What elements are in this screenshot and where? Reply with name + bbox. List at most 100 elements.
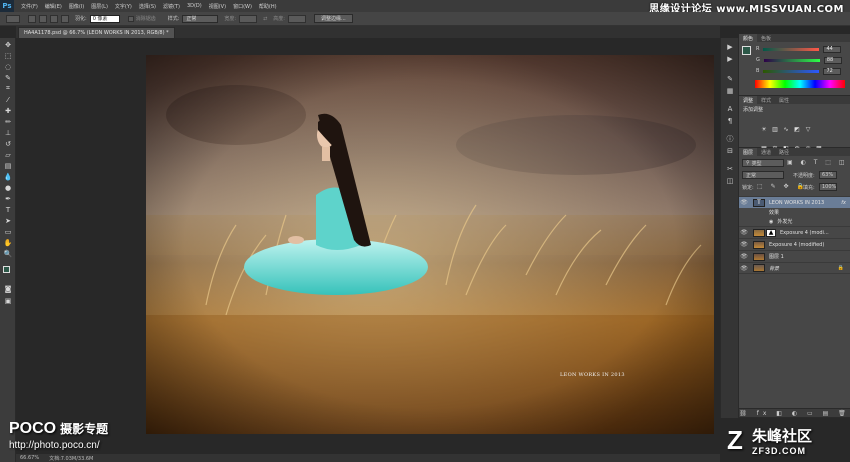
hand-tool-icon[interactable]: ✋ [3, 238, 13, 247]
move-tool-icon[interactable]: ✥ [3, 40, 13, 49]
layers-footer-icons[interactable]: ⛓ fx ◧ ◐ ▭ ▤ 🗑 [739, 408, 850, 417]
feather-input[interactable]: 0 像素 [89, 14, 120, 23]
tab-styles[interactable]: 样式 [757, 97, 775, 104]
swap-icon[interactable]: ⇄ [263, 16, 267, 22]
pen-tool-icon[interactable]: ✒ [3, 194, 13, 203]
foreground-color-swatch[interactable] [3, 266, 10, 273]
blur-tool-icon[interactable]: 💧 [3, 172, 13, 181]
marquee-preset-icon[interactable] [6, 14, 20, 23]
antialias-checkbox[interactable] [127, 15, 134, 22]
refine-edge-button[interactable]: 调整边缘... [313, 14, 353, 23]
levels-icon[interactable]: ▥ [770, 126, 780, 134]
eye-icon[interactable]: 👁 [739, 229, 749, 236]
menu-edit[interactable]: 编辑(E) [45, 3, 62, 10]
navigator-panel-icon[interactable]: ⊟ [725, 146, 735, 155]
tab-layers[interactable]: 图层 [739, 148, 758, 156]
gradient-tool-icon[interactable]: ▤ [3, 161, 13, 170]
healing-brush-tool-icon[interactable]: ✚ [3, 106, 13, 115]
menu-image[interactable]: 图像(I) [69, 3, 84, 10]
layer-row-exposure-adjust[interactable]: 👁 ▲ Exposure 4 (modi... [739, 226, 850, 238]
eye-icon[interactable]: 👁 [739, 199, 749, 206]
menu-file[interactable]: 文件(F) [21, 3, 38, 10]
tab-channels[interactable]: 通道 [757, 149, 775, 156]
tab-paths[interactable]: 路径 [775, 149, 793, 156]
layer-filter-select[interactable]: ⚲ 类型 [742, 159, 784, 167]
eraser-tool-icon[interactable]: ▱ [3, 150, 13, 159]
stamp-tool-icon[interactable]: ⊥ [3, 128, 13, 137]
screen-mode-icon[interactable]: ▣ [3, 296, 13, 305]
menu-view[interactable]: 视图(V) [209, 3, 226, 10]
marquee-tool-icon[interactable]: ⬚ [3, 51, 13, 60]
shape-tool-icon[interactable]: ▭ [3, 227, 13, 236]
channel-b-value[interactable]: 72 [823, 67, 842, 75]
tab-color[interactable]: 颜色 [739, 34, 758, 42]
layer-effects-row[interactable]: 效果 [739, 208, 850, 217]
channel-b-slider[interactable] [763, 69, 820, 73]
zoom-level[interactable]: 66.67% [20, 455, 39, 461]
actions-panel-icon[interactable]: ▶ [725, 54, 735, 63]
intersect-selection-icon[interactable] [61, 14, 69, 23]
menu-filter[interactable]: 滤镜(T) [163, 3, 180, 10]
channel-g-value[interactable]: 88 [823, 56, 842, 64]
tab-properties[interactable]: 属性 [775, 97, 793, 104]
menu-layer[interactable]: 图层(L) [91, 3, 108, 10]
layer-outer-glow-row[interactable]: ◉ 外发光 [739, 217, 850, 226]
menu-help[interactable]: 帮助(H) [259, 3, 277, 10]
layer-filter-icons[interactable]: ▣ ◐ T ⬚ ◫ [787, 159, 848, 166]
channel-r-value[interactable]: 44 [823, 45, 842, 53]
crop-tool-icon[interactable]: ⌗ [3, 84, 13, 93]
eye-icon[interactable]: 👁 [739, 265, 749, 272]
layer-row-exposure[interactable]: 👁 Exposure 4 (modified) [739, 238, 850, 250]
quick-select-tool-icon[interactable]: ✎ [3, 73, 13, 82]
character-panel-icon[interactable]: A [725, 104, 735, 113]
curves-icon[interactable]: ∿ [781, 126, 791, 134]
layer-row-text[interactable]: 👁 T LEON WORKS IN 2013 fx [739, 196, 850, 208]
width-input[interactable] [239, 14, 258, 23]
history-brush-tool-icon[interactable]: ↺ [3, 139, 13, 148]
height-input[interactable] [287, 14, 306, 23]
path-select-tool-icon[interactable]: ➤ [3, 216, 13, 225]
vibrance-icon[interactable]: ▽ [803, 126, 813, 134]
opacity-input[interactable]: 63% [819, 171, 837, 179]
info-panel-icon[interactable]: ⓘ [725, 134, 735, 143]
fill-input[interactable]: 100% [819, 183, 837, 191]
add-selection-icon[interactable] [39, 14, 47, 23]
eye-icon[interactable]: 👁 [739, 241, 749, 248]
blend-mode-select[interactable]: 正常 [742, 171, 784, 179]
brush-presets-icon[interactable]: ▦ [725, 86, 735, 95]
layer-row-background[interactable]: 👁 背景 🔒 [739, 262, 850, 274]
dodge-tool-icon[interactable]: ● [3, 183, 13, 192]
eye-icon[interactable]: 👁 [739, 253, 749, 260]
lock-icons[interactable]: ⬚ ✎ ✥ 🔒 [757, 183, 807, 190]
layer-row-layer1[interactable]: 👁 图层 1 [739, 250, 850, 262]
channel-g-slider[interactable] [763, 58, 820, 62]
color-spectrum-bar[interactable] [755, 80, 845, 88]
history-panel-icon[interactable]: ▶ [725, 42, 735, 51]
zoom-tool-icon[interactable]: 🔍 [3, 249, 13, 258]
exposure-icon[interactable]: ◩ [792, 126, 802, 134]
menu-type[interactable]: 文字(Y) [115, 3, 132, 10]
layer-comps-icon[interactable]: ◫ [725, 176, 735, 185]
document-tab[interactable]: HA4A1178.psd @ 66.7% (LEON WORKS IN 2013… [18, 27, 175, 38]
tool-presets-icon[interactable]: ✂ [725, 164, 735, 173]
brightness-icon[interactable]: ☀ [759, 126, 769, 134]
menu-window[interactable]: 窗口(W) [233, 3, 252, 10]
fx-badge[interactable]: fx [841, 200, 846, 206]
brush-tool-icon[interactable]: ✏ [3, 117, 13, 126]
type-tool-icon[interactable]: T [3, 205, 13, 214]
menu-3d[interactable]: 3D(D) [187, 3, 202, 9]
eyedropper-tool-icon[interactable]: ⁄ [3, 95, 13, 104]
quick-mask-icon[interactable]: ◙ [3, 284, 13, 293]
paragraph-panel-icon[interactable]: ¶ [725, 116, 735, 125]
brush-panel-icon[interactable]: ✎ [725, 74, 735, 83]
new-selection-icon[interactable] [28, 14, 36, 23]
tab-swatches[interactable]: 色板 [757, 35, 775, 42]
menu-select[interactable]: 选择(S) [139, 3, 156, 10]
tab-adjustments[interactable]: 调整 [739, 96, 758, 104]
style-select[interactable]: 正常 [182, 14, 219, 23]
document-photo[interactable]: LEON WORKS IN 2013 [146, 55, 714, 434]
lasso-tool-icon[interactable]: ◌ [3, 62, 13, 71]
channel-r-slider[interactable] [763, 47, 820, 51]
subtract-selection-icon[interactable] [50, 14, 58, 23]
color-foreground-swatch[interactable] [742, 46, 751, 55]
